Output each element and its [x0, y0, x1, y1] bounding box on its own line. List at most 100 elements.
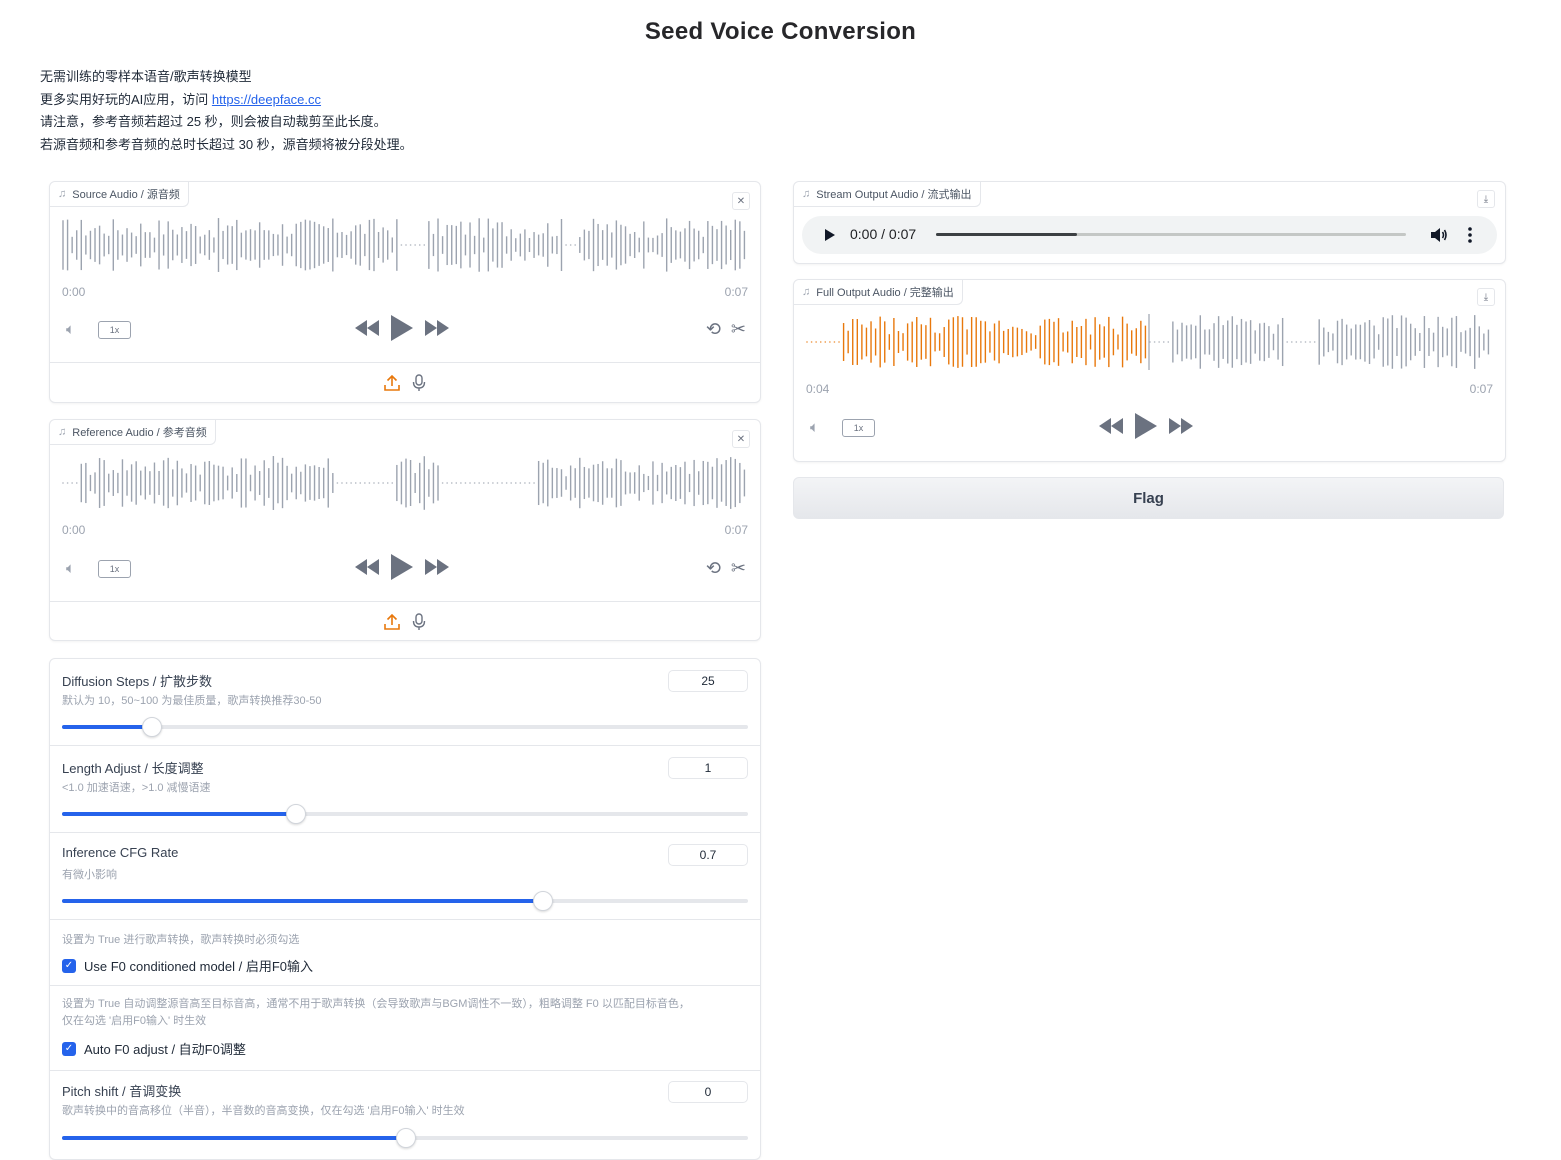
- clear-audio-button[interactable]: ✕: [732, 192, 750, 210]
- page-title: Seed Voice Conversion: [644, 18, 917, 45]
- cfg-rate-fill: [62, 899, 543, 903]
- scissors-icon[interactable]: ✂︎: [731, 558, 746, 579]
- more-options-icon[interactable]: [1468, 227, 1472, 243]
- length-adjust-info: <1.0 加速语速，>1.0 减慢语速: [62, 782, 211, 794]
- output-waveform[interactable]: [806, 312, 1492, 372]
- description-line-2-prefix: 更多实用好玩的AI应用，访问: [40, 91, 212, 107]
- full-output-label: Full Output Audio / 完整输出: [816, 287, 954, 299]
- f0-condition-checkbox-block: 设置为 True 进行歌声转换，歌声转换时必须勾选 ✓ Use F0 condi…: [50, 920, 760, 986]
- playback-speed-button[interactable]: 1x: [842, 419, 875, 437]
- source-waveform[interactable]: [62, 215, 748, 275]
- scissors-icon[interactable]: ✂︎: [731, 319, 746, 340]
- playback-speed-button[interactable]: 1x: [98, 321, 131, 339]
- stream-output-label-tab: ♫ Stream Output Audio / 流式输出: [794, 182, 981, 207]
- reference-time-start: 0:00: [62, 523, 86, 537]
- skip-backward-icon[interactable]: [1099, 418, 1123, 434]
- clear-audio-button[interactable]: ✕: [732, 430, 750, 448]
- cfg-rate-track[interactable]: [62, 891, 748, 911]
- volume-icon[interactable]: 🔈︎: [810, 419, 819, 436]
- f0-condition-label: Use F0 conditioned model / 启用F0输入: [84, 959, 314, 974]
- skip-forward-icon[interactable]: [1169, 418, 1193, 434]
- length-adjust-input[interactable]: 1: [668, 757, 748, 779]
- auto-f0-checkbox-block: 设置为 True 自动调整源音高至目标音高，通常不用于歌声转换（会导致歌声与BG…: [50, 986, 760, 1071]
- pitch-shift-track[interactable]: [62, 1128, 748, 1148]
- description-line-2: 更多实用好玩的AI应用，访问 https://deepface.cc: [40, 89, 413, 112]
- reference-input-options: [50, 611, 760, 633]
- transport: [355, 554, 449, 580]
- transport: [355, 315, 449, 341]
- play-icon[interactable]: [824, 229, 836, 241]
- undo-icon[interactable]: ⟲: [706, 558, 721, 579]
- play-icon[interactable]: [1135, 413, 1157, 439]
- length-adjust-track[interactable]: [62, 804, 748, 824]
- auto-f0-label: Auto F0 adjust / 自动F0调整: [84, 1042, 246, 1057]
- skip-forward-icon[interactable]: [425, 320, 449, 336]
- description-line-1: 无需训练的零样本语音/歌声转换模型: [40, 69, 252, 84]
- skip-backward-icon[interactable]: [355, 320, 379, 336]
- diffusion-steps-fill: [62, 725, 152, 729]
- player-time-display: 0:00 / 0:07: [850, 226, 917, 242]
- full-output-label-tab: ♫ Full Output Audio / 完整输出: [794, 280, 963, 305]
- cfg-rate-info: 有微小影响: [62, 869, 117, 881]
- diffusion-steps-slider: Diffusion Steps / 扩散步数 默认为 10，50~100 为最佳…: [50, 659, 760, 746]
- microphone-icon[interactable]: [412, 613, 426, 631]
- source-time-start: 0:00: [62, 285, 86, 299]
- play-icon[interactable]: [391, 315, 413, 341]
- full-output-panel: ♫ Full Output Audio / 完整输出 ⤓ 0:04 0:07 🔈…: [793, 279, 1506, 462]
- music-note-icon: ♫: [58, 426, 67, 438]
- length-adjust-label: Length Adjust / 长度调整: [62, 761, 204, 776]
- upload-icon[interactable]: [384, 614, 400, 630]
- reference-audio-label-tab: ♫ Reference Audio / 参考音频: [50, 420, 216, 445]
- length-adjust-fill: [62, 812, 296, 816]
- deepface-link[interactable]: https://deepface.cc: [212, 92, 321, 107]
- divider: [50, 362, 760, 363]
- output-time-end: 0:07: [1469, 382, 1493, 396]
- pitch-shift-input[interactable]: 0: [668, 1081, 748, 1103]
- download-button[interactable]: ⤓: [1477, 190, 1495, 208]
- source-audio-panel: ♫ Source Audio / 源音频 ✕ 0:00 0:07 🔈︎ 1x ⟲…: [49, 181, 761, 403]
- flag-button[interactable]: Flag: [793, 477, 1504, 519]
- cfg-rate-thumb[interactable]: [533, 891, 554, 911]
- skip-forward-icon[interactable]: [425, 559, 449, 575]
- volume-icon[interactable]: [1430, 227, 1448, 243]
- skip-backward-icon[interactable]: [355, 559, 379, 575]
- download-button[interactable]: ⤓: [1477, 288, 1495, 306]
- checkmark-icon[interactable]: ✓: [62, 958, 76, 973]
- source-audio-label: Source Audio / 源音频: [72, 189, 180, 201]
- cfg-rate-label: Inference CFG Rate: [62, 845, 179, 860]
- stream-output-label: Stream Output Audio / 流式输出: [816, 189, 972, 201]
- play-icon[interactable]: [391, 554, 413, 580]
- pitch-shift-fill: [62, 1136, 405, 1140]
- output-time-current: 0:04: [806, 382, 830, 396]
- music-note-icon: ♫: [802, 188, 811, 200]
- diffusion-steps-track[interactable]: [62, 717, 748, 737]
- volume-icon[interactable]: 🔈︎: [66, 321, 75, 338]
- diffusion-steps-input[interactable]: 25: [668, 670, 748, 692]
- length-adjust-slider: Length Adjust / 长度调整 <1.0 加速语速，>1.0 减慢语速…: [50, 746, 760, 833]
- cfg-rate-input[interactable]: 0.7: [668, 844, 748, 866]
- reference-time-end: 0:07: [724, 523, 748, 537]
- music-note-icon: ♫: [58, 188, 67, 200]
- player-progress-track[interactable]: [936, 233, 1406, 236]
- transport: [1099, 413, 1193, 439]
- divider: [50, 601, 760, 602]
- diffusion-steps-label: Diffusion Steps / 扩散步数: [62, 674, 213, 689]
- auto-f0-info-line-2: 仅在勾选 '启用F0输入' 时生效: [62, 1015, 207, 1027]
- pitch-shift-thumb[interactable]: [396, 1128, 416, 1148]
- upload-icon[interactable]: [384, 375, 400, 391]
- microphone-icon[interactable]: [412, 374, 426, 392]
- auto-f0-checkbox[interactable]: ✓ Auto F0 adjust / 自动F0调整: [62, 1039, 246, 1058]
- volume-icon[interactable]: 🔈︎: [66, 560, 75, 577]
- playback-speed-button[interactable]: 1x: [98, 560, 131, 578]
- f0-condition-checkbox[interactable]: ✓ Use F0 conditioned model / 启用F0输入: [62, 956, 313, 975]
- checkmark-icon[interactable]: ✓: [62, 1041, 76, 1056]
- source-audio-label-tab: ♫ Source Audio / 源音频: [50, 182, 189, 207]
- reference-waveform[interactable]: [62, 453, 748, 513]
- undo-icon[interactable]: ⟲: [706, 319, 721, 340]
- diffusion-steps-thumb[interactable]: [142, 717, 163, 737]
- description-line-4: 若源音频和参考音频的总时长超过 30 秒，源音频将被分段处理。: [40, 137, 413, 153]
- reference-audio-panel: ♫ Reference Audio / 参考音频 ✕ 0:00 0:07 🔈︎ …: [49, 419, 761, 641]
- length-adjust-thumb[interactable]: [286, 804, 307, 824]
- cfg-rate-slider: Inference CFG Rate 有微小影响 0.7: [50, 833, 760, 920]
- source-time-end: 0:07: [724, 285, 748, 299]
